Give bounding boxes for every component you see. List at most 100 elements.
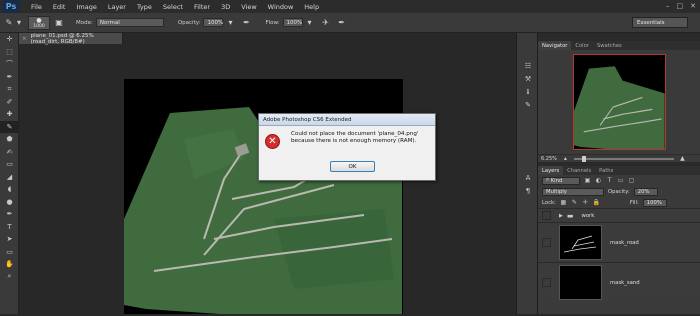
pressure-size-icon[interactable]: ✒ [337,18,347,28]
adjustment-filter-icon[interactable]: ◐ [595,177,602,184]
character-panel-icon[interactable]: A [517,171,539,184]
brush-tool-icon[interactable]: ✎ [0,120,19,133]
thumbnail-road [571,235,593,250]
menu-file[interactable]: File [31,3,42,11]
expand-arrow-icon[interactable]: ▶ [559,213,563,219]
layer-name: mask_road [610,239,639,246]
paragraph-panel-icon[interactable]: ¶ [517,184,539,197]
lock-pixels-icon[interactable]: ✎ [571,199,578,206]
info-panel-icon[interactable]: ℹ [517,85,539,98]
fill-field[interactable]: 100% [642,198,667,207]
brush-size-value: 1000 [33,23,45,29]
brush-panel-icon[interactable]: ▣ [54,18,64,28]
zoom-value[interactable]: 6.25% [541,156,557,162]
menu-window[interactable]: Window [268,3,294,11]
lock-position-icon[interactable]: ✛ [582,199,589,206]
eraser-tool-icon[interactable]: ▭ [0,158,19,171]
layer-thumbnail [559,265,602,300]
menu-help[interactable]: Help [304,3,319,11]
lasso-tool-icon[interactable]: ⌒ [0,58,19,71]
minimize-icon[interactable]: – [666,2,670,10]
navigator-zoom-row: 6.25% ▴ ▲ [538,154,700,162]
lock-all-icon[interactable]: 🔒 [593,199,600,206]
visibility-toggle[interactable] [542,211,551,220]
menu-image[interactable]: Image [76,3,96,11]
dialog-message-line-2: because there is not enough memory (RAM)… [291,138,417,144]
document-tab[interactable]: × plane_01.psd @ 6.25% (road_dirt, RGB/8… [19,32,123,45]
menu-type[interactable]: Type [137,3,152,11]
flow-dropdown-icon[interactable]: ▾ [305,18,315,28]
lock-transparent-icon[interactable]: ▦ [560,199,567,206]
move-tool-icon[interactable]: ✛ [0,33,19,46]
close-tab-icon[interactable]: × [22,36,27,42]
layer-row-mask-road[interactable]: mask_road [538,222,700,262]
layer-row-work[interactable]: ▶ ▬ work [538,208,700,222]
tab-color[interactable]: Color [571,41,593,50]
hand-tool-icon[interactable]: ✋ [0,258,19,271]
workspace-switcher[interactable]: Essentials [632,17,688,28]
opacity-dropdown-icon[interactable]: ▾ [225,18,235,28]
visibility-toggle[interactable] [542,238,551,247]
smart-object-filter-icon[interactable]: ▢ [628,177,635,184]
brush-tool-icon[interactable]: ✎ [4,18,14,28]
zoom-in-icon[interactable]: ▲ [679,155,686,162]
dodge-tool-icon[interactable]: ● [0,196,19,209]
pen-tool-icon[interactable]: ✒ [0,208,19,221]
opacity-value: 100% [207,19,224,26]
paint-bucket-tool-icon[interactable]: ◢ [0,171,19,184]
panel-icon-column: ☷ ⚒ ℹ ✎ A ¶ [516,33,538,314]
visibility-toggle[interactable] [542,278,551,287]
layer-row-mask-sand[interactable]: mask_sand [538,262,700,302]
menu-3d[interactable]: 3D [221,3,230,11]
blur-tool-icon[interactable]: ◖ [0,183,19,196]
history-brush-tool-icon[interactable]: ✍ [0,146,19,159]
layer-name: mask_sand [610,279,640,286]
maximize-icon[interactable]: □ [677,2,684,10]
dropdown-arrow-icon[interactable]: ▾ [14,18,24,28]
quick-select-tool-icon[interactable]: ✒ [0,71,19,84]
eyedropper-tool-icon[interactable]: ✐ [0,96,19,109]
adjustments-panel-icon[interactable]: ⚒ [517,72,539,85]
tab-swatches[interactable]: Swatches [593,41,626,50]
history-panel-icon[interactable]: ☷ [517,59,539,72]
close-icon[interactable]: ✕ [690,2,696,10]
crop-tool-icon[interactable]: ⌗ [0,83,19,96]
blend-mode-select[interactable]: Multiply [542,187,604,196]
workspace-label: Essentials [637,19,665,26]
tab-navigator[interactable]: Navigator [538,41,572,50]
document-tab-title: plane_01.psd @ 6.25% (road_dirt, RGB/8#) [30,32,94,45]
pressure-opacity-icon[interactable]: ✒ [241,18,251,28]
brush-preset-picker[interactable]: ● 1000 [28,15,50,30]
type-filter-icon[interactable]: T [606,177,613,184]
zoom-slider[interactable] [573,155,674,162]
layer-kind-filter[interactable]: ⌕ Kind [542,176,580,185]
menu-edit[interactable]: Edit [53,3,66,11]
opacity-field[interactable]: 100% [203,18,224,27]
marquee-tool-icon[interactable]: ⬚ [0,46,19,59]
clone-stamp-tool-icon[interactable]: ⬟ [0,133,19,146]
path-select-tool-icon[interactable]: ➤ [0,233,19,246]
menu-view[interactable]: View [241,3,256,11]
flow-field[interactable]: 100% [282,18,303,27]
lock-label: Lock: [542,199,556,206]
menu-select[interactable]: Select [163,3,183,11]
menu-layer[interactable]: Layer [108,3,126,11]
menu-bar: Ps File Edit Image Layer Type Select Fil… [0,0,700,13]
mode-select[interactable]: Normal [95,18,164,27]
menu-filter[interactable]: Filter [194,3,210,11]
airbrush-icon[interactable]: ✈ [321,18,331,28]
tab-layers[interactable]: Layers [538,166,564,175]
zoom-out-icon[interactable]: ▴ [562,155,569,162]
shape-tool-icon[interactable]: ▭ [0,246,19,259]
shape-filter-icon[interactable]: ▭ [617,177,624,184]
pixel-filter-icon[interactable]: ▣ [584,177,591,184]
type-tool-icon[interactable]: T [0,221,19,234]
healing-brush-tool-icon[interactable]: ✚ [0,108,19,121]
zoom-tool-icon[interactable]: ⌕ [0,271,19,284]
ok-button[interactable]: OK [330,161,375,172]
tab-paths[interactable]: Paths [595,166,617,175]
tab-channels[interactable]: Channels [563,166,595,175]
brush-presets-icon[interactable]: ✎ [517,98,539,111]
navigator-view-box[interactable] [572,54,666,150]
layer-opacity-field[interactable]: 20% [633,187,658,196]
